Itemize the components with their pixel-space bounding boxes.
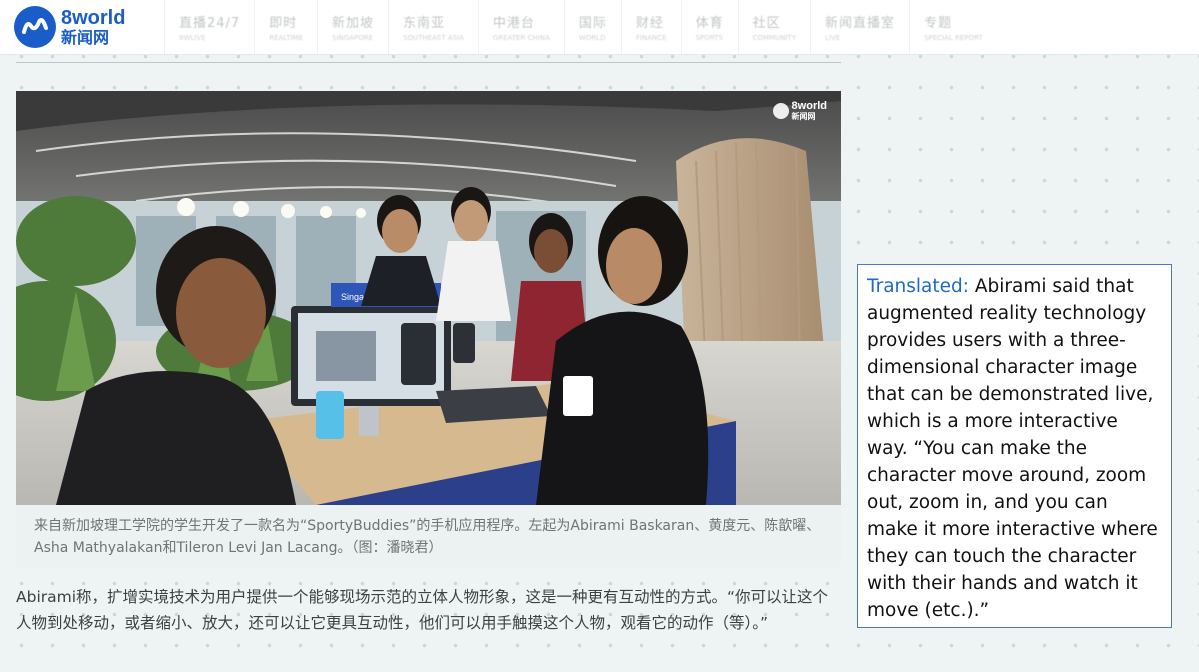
article-paragraph: Abirami称，扩增实境技术为用户提供一个能够现场示范的立体人物形象，这是一种… — [16, 588, 829, 632]
nav-sublabel: SPORTS — [695, 34, 723, 42]
nav-sublabel: WORLD — [578, 34, 606, 42]
nav-label: 财经 — [635, 16, 664, 31]
nav-label: 新闻直播室 — [825, 16, 896, 31]
translation-box: Translated: Abirami said that augmented … — [857, 264, 1172, 628]
article-photo: Singapore Polytechnic 8world 新闻网 — [16, 91, 841, 505]
nav-item-8wlive[interactable]: 直播24/7 8WLIVE — [164, 0, 254, 54]
nav-item-finance[interactable]: 财经 FINANCE — [620, 0, 681, 54]
nav-label: 国际 — [578, 16, 607, 31]
watermark-logo-icon — [772, 103, 789, 119]
nav-sublabel: FINANCE — [635, 34, 667, 42]
nav-label: 直播24/7 — [179, 16, 241, 31]
nav-label: 体育 — [695, 16, 724, 31]
logo-wordmark: 8world — [61, 7, 126, 29]
site-logo[interactable]: 8world 新闻网 — [14, 6, 164, 48]
nav-item-community[interactable]: 社区 COMMUNITY — [737, 0, 810, 54]
translation-text: Abirami said that augmented reality tech… — [867, 276, 1158, 621]
nav-label: 中港台 — [492, 16, 535, 31]
nav-item-greater-china[interactable]: 中港台 GREATER CHINA — [477, 0, 564, 54]
nav-sublabel: GREATER CHINA — [492, 34, 550, 42]
nav-item-special-report[interactable]: 专题 SPECIAL REPORT — [909, 0, 997, 54]
nav-sublabel: SOUTHEAST ASIA — [403, 34, 464, 42]
site-header: 8world 新闻网 直播24/7 8WLIVE 即时 REALTIME 新加坡… — [0, 0, 1199, 55]
logo-subtitle: 新闻网 — [61, 28, 110, 47]
nav-label: 新加坡 — [332, 16, 375, 31]
photo-watermark: 8world 新闻网 — [772, 100, 827, 121]
nav-item-realtime[interactable]: 即时 REALTIME — [254, 0, 317, 54]
nav-item-sports[interactable]: 体育 SPORTS — [680, 0, 738, 54]
nav-item-southeast-asia[interactable]: 东南亚 SOUTHEAST ASIA — [388, 0, 478, 54]
nav-sublabel: SINGAPORE — [332, 34, 374, 42]
nav-label: 社区 — [752, 16, 781, 31]
nav-item-singapore[interactable]: 新加坡 SINGAPORE — [317, 0, 388, 54]
watermark-line2: 新闻网 — [791, 112, 816, 121]
nav-item-world[interactable]: 国际 WORLD — [563, 0, 621, 54]
logo-mark-icon — [14, 6, 56, 48]
photo-caption: 来自新加坡理工学院的学生开发了一款名为“SportyBuddies”的手机应用程… — [16, 505, 841, 567]
nav-item-live[interactable]: 新闻直播室 LIVE — [810, 0, 909, 54]
nav-label: 即时 — [269, 16, 298, 31]
nav-label: 东南亚 — [403, 16, 446, 31]
nav-label: 专题 — [924, 16, 953, 31]
nav-sublabel: 8WLIVE — [179, 34, 206, 42]
nav-sublabel: COMMUNITY — [752, 34, 797, 42]
translation-label: Translated: — [867, 276, 969, 297]
article-divider — [16, 62, 841, 63]
nav-sublabel: LIVE — [825, 34, 841, 42]
main-nav: 直播24/7 8WLIVE 即时 REALTIME 新加坡 SINGAPORE … — [164, 0, 997, 54]
nav-sublabel: SPECIAL REPORT — [924, 34, 983, 42]
watermark-line1: 8world — [791, 100, 827, 112]
nav-sublabel: REALTIME — [269, 34, 304, 42]
